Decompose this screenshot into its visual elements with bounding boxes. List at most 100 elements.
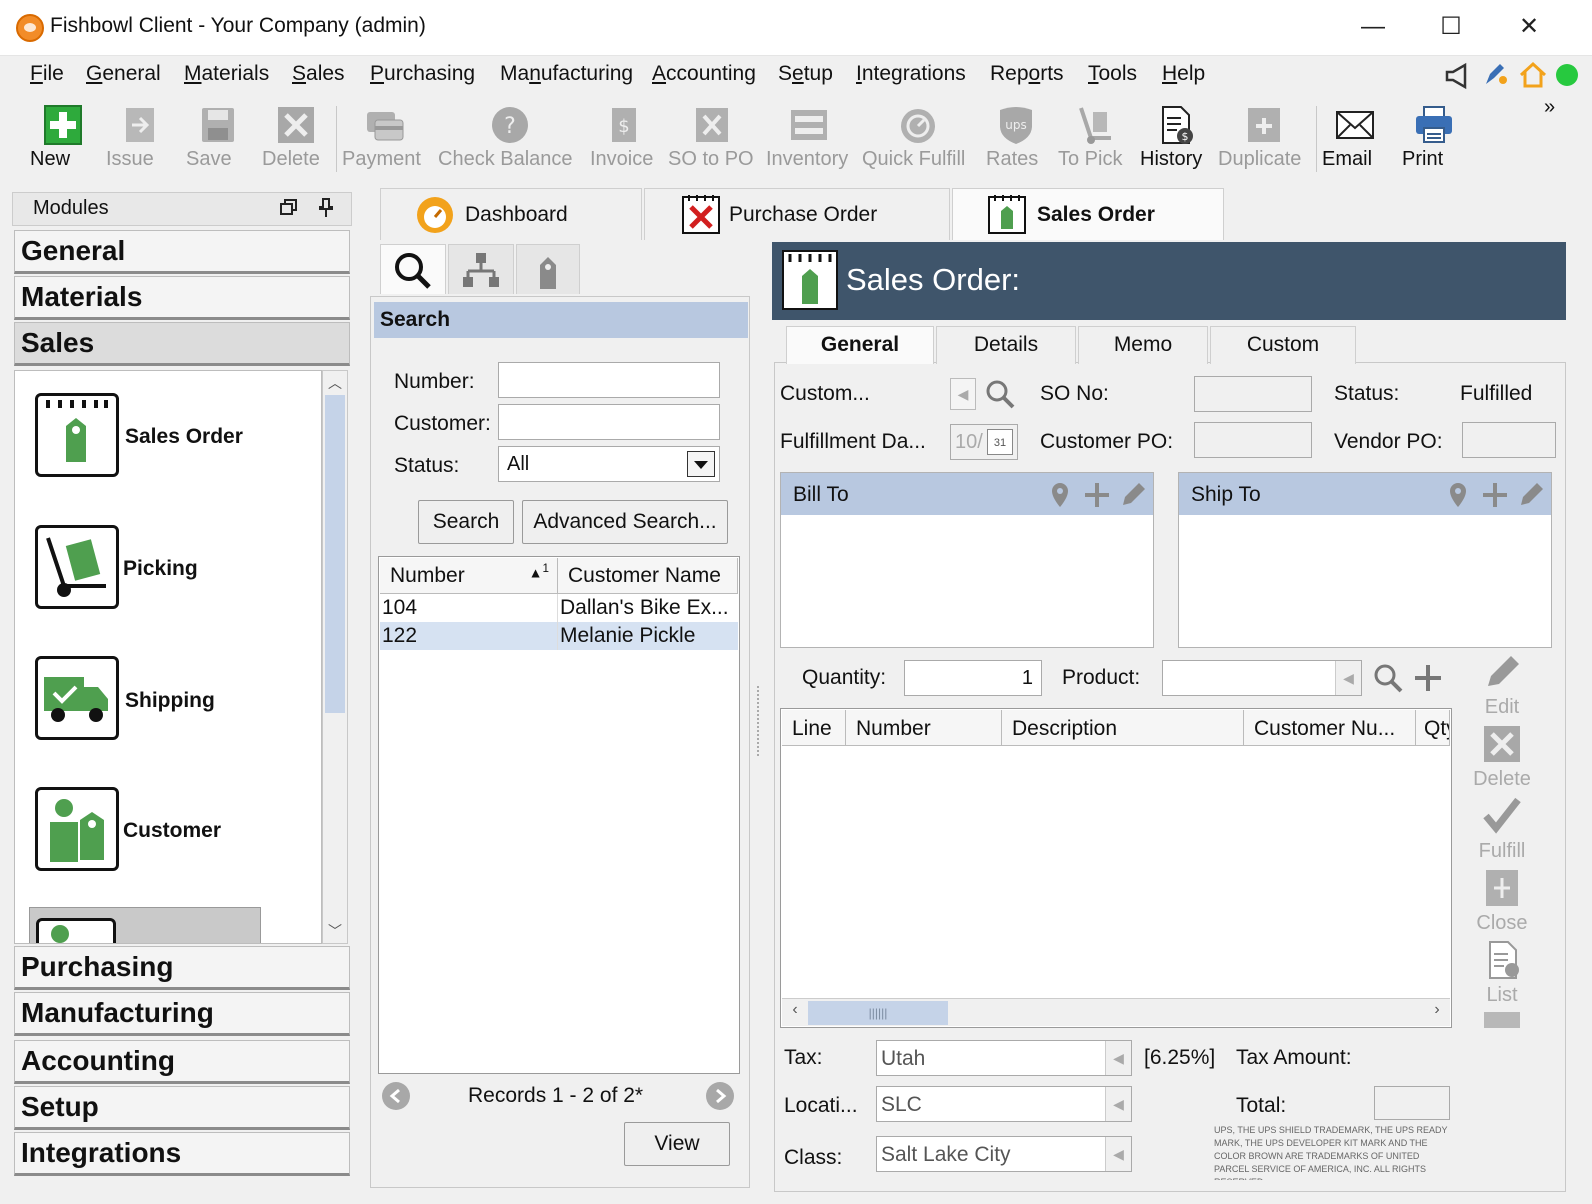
menu-item[interactable]: General — [86, 62, 161, 86]
table-row[interactable]: 122 Melanie Pickle — [380, 622, 738, 650]
so-to-po-button[interactable]: SO to PO — [668, 100, 756, 180]
column-header-number[interactable]: Number ▲1 — [380, 558, 558, 594]
menu-item[interactable]: Tools — [1088, 62, 1137, 86]
close-button[interactable]: ✕ — [1490, 0, 1568, 56]
tab-details[interactable]: Details — [936, 326, 1076, 364]
rates-button[interactable]: ups Rates — [986, 100, 1046, 180]
delete-button[interactable]: Delete — [262, 100, 330, 180]
edit-item-button[interactable]: Edit — [1470, 652, 1534, 719]
duplicate-button[interactable]: Duplicate — [1218, 100, 1310, 180]
column-header-item-number[interactable]: Number — [846, 710, 1002, 746]
save-button[interactable]: Save — [186, 100, 250, 180]
splitter-handle[interactable] — [757, 686, 761, 756]
module-picking[interactable]: Picking — [123, 557, 198, 581]
menu-item[interactable]: File — [30, 62, 64, 86]
tab-memo[interactable]: Memo — [1078, 326, 1208, 364]
menu-item[interactable]: Integrations — [856, 62, 966, 86]
ship-to-location-icon[interactable] — [1445, 481, 1471, 509]
menu-item[interactable]: Reports — [990, 62, 1064, 86]
hierarchy-view-tab[interactable] — [448, 244, 514, 294]
status-select[interactable]: All — [498, 446, 720, 482]
column-header-line[interactable]: Line — [782, 710, 846, 746]
menu-item[interactable]: Setup — [778, 62, 833, 86]
tab-custom[interactable]: Custom — [1210, 326, 1356, 364]
module-group-sales[interactable]: Sales — [14, 322, 350, 366]
tab-dashboard[interactable]: Dashboard — [380, 188, 642, 240]
fulfillment-date-field[interactable]: 10/ 31 — [950, 424, 1018, 460]
scroll-up-icon[interactable]: ︿ — [325, 373, 345, 393]
inventory-button[interactable]: Inventory — [766, 100, 852, 180]
tag-view-tab[interactable] — [516, 244, 580, 294]
menu-item[interactable]: Help — [1162, 62, 1205, 86]
module-shipping[interactable]: Shipping — [125, 689, 215, 713]
scroll-right-icon[interactable]: › — [1426, 1001, 1448, 1025]
more-actions-icon[interactable] — [1484, 1012, 1520, 1028]
email-button[interactable]: Email — [1322, 100, 1388, 180]
menu-item[interactable]: Accounting — [652, 62, 756, 86]
table-row[interactable]: 104 Dallan's Bike Ex... — [380, 594, 738, 622]
restore-icon[interactable] — [279, 197, 299, 217]
close-item-button[interactable]: Close — [1470, 868, 1534, 935]
customer-module-icon[interactable] — [35, 787, 119, 871]
next-page-icon[interactable] — [706, 1082, 734, 1110]
module-group-manufacturing[interactable]: Manufacturing — [14, 992, 350, 1036]
so-no-field[interactable] — [1194, 376, 1312, 412]
delete-item-button[interactable]: Delete — [1470, 724, 1534, 791]
product-dropdown-icon[interactable]: ◀ — [1335, 661, 1361, 695]
quick-fulfill-button[interactable]: Quick Fulfill — [862, 100, 974, 180]
list-item-button[interactable]: List — [1470, 940, 1534, 1007]
module-group-integrations[interactable]: Integrations — [14, 1132, 350, 1176]
maximize-button[interactable]: ☐ — [1412, 0, 1490, 56]
module-group-general[interactable]: General — [14, 230, 350, 274]
vendor-po-field[interactable] — [1462, 422, 1556, 458]
module-group-setup[interactable]: Setup — [14, 1086, 350, 1130]
scroll-down-icon[interactable]: ﹀ — [325, 921, 345, 941]
product-search-icon[interactable] — [1372, 662, 1404, 694]
print-button[interactable]: Print — [1402, 100, 1466, 180]
customer-input[interactable] — [498, 404, 720, 440]
sales-order-module-icon[interactable] — [35, 393, 119, 477]
module-group-materials[interactable]: Materials — [14, 276, 350, 320]
to-pick-button[interactable]: To Pick — [1058, 100, 1132, 180]
issue-button[interactable]: Issue — [106, 100, 174, 180]
invoice-button[interactable]: $ Invoice — [590, 100, 658, 180]
history-button[interactable]: $ History — [1140, 100, 1210, 180]
scroll-left-icon[interactable]: ‹ — [784, 1001, 806, 1025]
view-button[interactable]: View — [624, 1122, 730, 1166]
ship-to-edit-icon[interactable] — [1517, 479, 1545, 509]
customer-lookup-arrow-icon[interactable]: ◀ — [950, 378, 976, 410]
check-balance-button[interactable]: ? Check Balance — [438, 100, 582, 180]
column-header-description[interactable]: Description — [1002, 710, 1244, 746]
shipping-module-icon[interactable] — [35, 656, 119, 740]
bill-to-edit-icon[interactable] — [1119, 479, 1147, 509]
column-header-qty[interactable]: Qty — [1416, 710, 1450, 746]
new-button[interactable]: New — [30, 100, 96, 180]
tax-select[interactable]: Utah ◀ — [876, 1040, 1132, 1076]
calendar-icon[interactable]: 31 — [987, 429, 1013, 455]
customer-search-icon[interactable] — [984, 378, 1016, 410]
search-view-tab[interactable] — [380, 244, 446, 294]
add-product-icon[interactable] — [1412, 662, 1444, 694]
announcement-icon[interactable] — [1444, 62, 1474, 90]
class-select[interactable]: Salt Lake City ◀ — [876, 1136, 1132, 1172]
quantity-input[interactable]: 1 — [904, 660, 1042, 696]
location-select[interactable]: SLC ◀ — [876, 1086, 1132, 1122]
advanced-search-button[interactable]: Advanced Search... — [522, 500, 728, 544]
bill-to-add-icon[interactable] — [1083, 481, 1111, 509]
column-header-customer-name[interactable]: Customer Name — [558, 558, 738, 594]
payment-button[interactable]: Payment — [342, 100, 428, 180]
menu-item[interactable]: Materials — [184, 62, 269, 86]
toolbar-overflow-button[interactable]: » — [1544, 96, 1555, 119]
tab-sales-order[interactable]: Sales Order — [952, 188, 1224, 240]
pin-icon[interactable] — [317, 197, 335, 219]
tab-general[interactable]: General — [786, 326, 934, 364]
module-group-accounting[interactable]: Accounting — [14, 1040, 350, 1084]
customer-po-field[interactable] — [1194, 422, 1312, 458]
ship-to-add-icon[interactable] — [1481, 481, 1509, 509]
menu-item[interactable]: Purchasing — [370, 62, 475, 86]
product-input[interactable]: ◀ — [1162, 660, 1362, 696]
module-list-partial-item[interactable] — [29, 907, 261, 943]
line-items-horizontal-scrollbar[interactable]: ‹ |||||| › — [782, 998, 1450, 1026]
module-group-purchasing[interactable]: Purchasing — [14, 946, 350, 990]
rocket-icon[interactable] — [1480, 60, 1510, 90]
